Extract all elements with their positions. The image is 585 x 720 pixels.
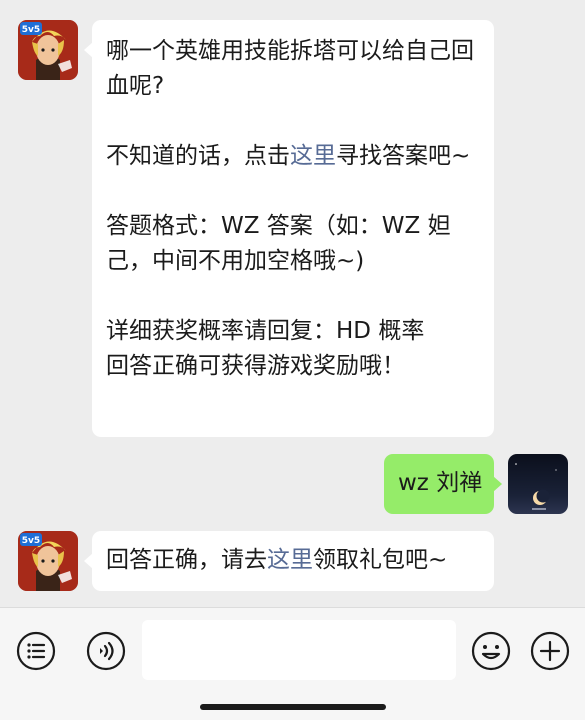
message-text: 不知道的话，点击 (106, 143, 290, 169)
message-text: 详细获奖概率请回复：HD 概率 回答正确可获得游戏奖励哦！ (106, 318, 425, 379)
message-input[interactable] (142, 620, 456, 680)
answer-link[interactable]: 这里 (290, 143, 336, 169)
message-text-with-link: 不知道的话，点击这里寻找答案吧~ (106, 139, 480, 174)
emoji-icon[interactable] (471, 631, 511, 671)
home-indicator (200, 704, 386, 710)
message-text: 领取礼包吧~ (313, 547, 448, 573)
user-avatar[interactable] (508, 454, 568, 514)
message-text: 寻找答案吧~ (336, 143, 471, 169)
hero-avatar-image: 5v5 (18, 531, 78, 591)
message-bubble-user-reply[interactable]: wz 刘禅 (384, 454, 502, 514)
bot-avatar[interactable]: 5v5 (18, 20, 78, 80)
list-menu-icon[interactable] (16, 631, 56, 671)
moon-night-avatar-image (508, 454, 568, 514)
voice-icon[interactable] (86, 631, 126, 671)
message-text: 答题格式：WZ 答案（如：WZ 妲己，中间不用加空格哦~) (106, 213, 451, 274)
bot-avatar[interactable]: 5v5 (18, 531, 78, 591)
avatar-badge: 5v5 (22, 25, 40, 35)
message-bubble-question[interactable]: 哪一个英雄用技能拆塔可以给自己回血呢? 不知道的话，点击这里寻找答案吧~ 答题格… (84, 20, 494, 437)
chat-input-bar (0, 607, 585, 720)
reward-link[interactable]: 这里 (267, 547, 313, 573)
message-bubble-reward[interactable]: 回答正确，请去这里领取礼包吧~ (84, 531, 494, 591)
message-text: 哪一个英雄用技能拆塔可以给自己回血呢? (106, 38, 474, 99)
avatar-badge: 5v5 (22, 536, 40, 546)
plus-icon[interactable] (530, 631, 570, 671)
hero-avatar-image: 5v5 (18, 20, 78, 80)
message-text: 回答正确，请去 (106, 547, 267, 573)
